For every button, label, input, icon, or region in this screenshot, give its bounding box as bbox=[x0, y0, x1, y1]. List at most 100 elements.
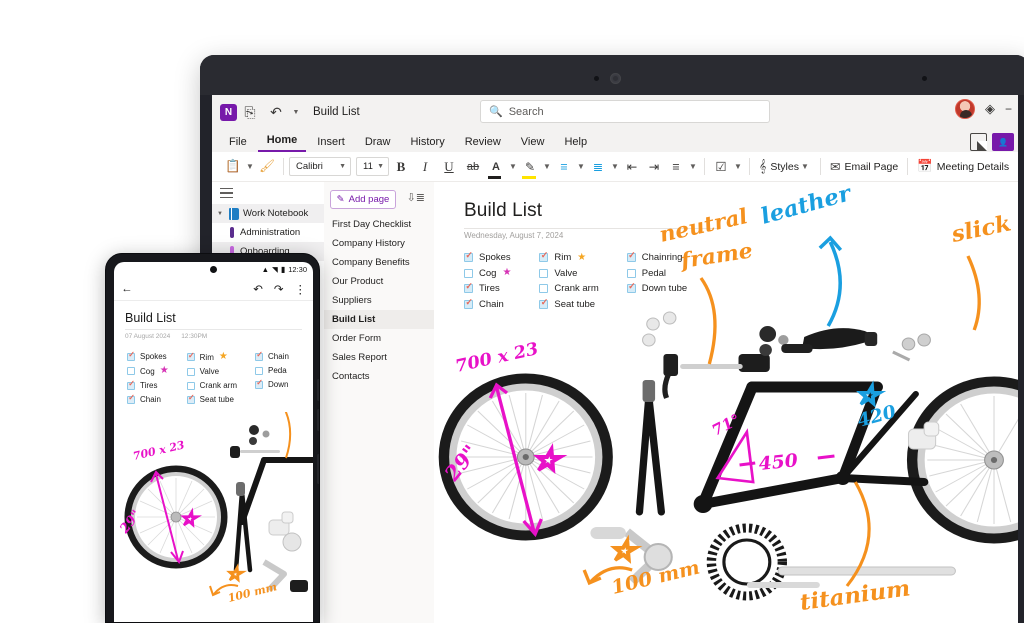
phone-button-power[interactable] bbox=[317, 454, 319, 484]
numbering-chevron-down-icon[interactable]: ▼ bbox=[609, 155, 621, 179]
phone-checklist-item[interactable]: Rim ★ bbox=[186, 351, 237, 362]
menu-item-home[interactable]: Home bbox=[257, 132, 307, 152]
diamond-icon[interactable]: ◈ bbox=[985, 101, 995, 117]
notebook-work-notebook[interactable]: ▼ Work Notebook bbox=[212, 204, 324, 223]
undo-icon[interactable]: ↶ bbox=[263, 99, 289, 125]
user-avatar[interactable] bbox=[954, 99, 975, 119]
share-button[interactable]: 👤 bbox=[992, 133, 1014, 151]
section-administration[interactable]: Administration bbox=[212, 223, 324, 242]
checkbox-checked-icon[interactable] bbox=[127, 379, 135, 390]
page-item-sales-report[interactable]: Sales Report bbox=[324, 348, 434, 367]
search-input[interactable]: 🔍 Search bbox=[480, 100, 770, 123]
decrease-indent-icon[interactable]: ⇤ bbox=[621, 155, 643, 179]
page-item-contacts[interactable]: Contacts bbox=[324, 367, 434, 386]
align-chevron-down-icon[interactable]: ▼ bbox=[687, 155, 699, 179]
phone-checklist-item[interactable]: Peda bbox=[255, 366, 289, 375]
align-icon[interactable]: ≡ bbox=[665, 155, 687, 179]
strikethrough-button[interactable]: ab bbox=[461, 155, 485, 179]
page-item-our-product[interactable]: Our Product bbox=[324, 272, 434, 291]
styles-button[interactable]: 𝄞 Styles ▼ bbox=[755, 155, 815, 179]
page-item-first-day-checklist[interactable]: First Day Checklist bbox=[324, 215, 434, 234]
page-item-order-form[interactable]: Order Form bbox=[324, 329, 434, 348]
phone-checklist-item[interactable]: Cog ★ bbox=[127, 366, 169, 376]
page-item-build-list[interactable]: Build List bbox=[324, 310, 434, 329]
page-item-company-history[interactable]: Company History bbox=[324, 234, 434, 253]
checkbox-unchecked-icon[interactable] bbox=[255, 366, 263, 375]
highlight-button[interactable]: ✎ bbox=[519, 155, 541, 179]
menu-item-file[interactable]: File bbox=[220, 134, 256, 152]
font-name-select[interactable]: Calibri ▼ bbox=[289, 157, 351, 176]
page-item-company-benefits[interactable]: Company Benefits bbox=[324, 253, 434, 272]
checklist-item[interactable]: Pedal bbox=[626, 268, 687, 279]
checklist-item[interactable]: Cog ★ bbox=[464, 268, 511, 279]
font-color-chevron-down-icon[interactable]: ▼ bbox=[507, 155, 519, 179]
tags-icon[interactable]: ☑ bbox=[710, 155, 732, 179]
checkbox-unchecked-icon[interactable] bbox=[539, 284, 549, 293]
checkbox-checked-icon[interactable] bbox=[127, 350, 135, 361]
navigation-toggle[interactable] bbox=[212, 182, 324, 204]
checklist-item[interactable]: Down tube bbox=[626, 281, 687, 294]
phone-checklist-item[interactable]: Spokes bbox=[127, 350, 169, 361]
checklist-item[interactable]: Chainring bbox=[626, 250, 687, 263]
sort-icon[interactable]: ⇩≣ bbox=[407, 191, 425, 204]
checkbox-checked-icon[interactable] bbox=[186, 351, 195, 361]
menu-item-history[interactable]: History bbox=[401, 134, 453, 152]
phone-checklist-item[interactable]: Crank arm bbox=[186, 381, 237, 390]
checklist-item[interactable]: Valve bbox=[539, 268, 598, 279]
phone-button-volume-up[interactable] bbox=[317, 379, 319, 401]
menu-item-draw[interactable]: Draw bbox=[356, 134, 400, 152]
checkbox-unchecked-icon[interactable] bbox=[539, 268, 549, 278]
paste-chevron-down-icon[interactable]: ▼ bbox=[244, 155, 256, 179]
phone-checklist-item[interactable]: Chain bbox=[255, 350, 289, 361]
font-size-select[interactable]: 11 ▼ bbox=[356, 157, 389, 176]
checkbox-unchecked-icon[interactable] bbox=[127, 367, 135, 375]
checklist-item[interactable]: Tires bbox=[464, 281, 511, 294]
undo-icon[interactable]: ↶ bbox=[253, 282, 263, 296]
highlight-chevron-down-icon[interactable]: ▼ bbox=[541, 155, 553, 179]
increase-indent-icon[interactable]: ⇥ bbox=[643, 155, 665, 179]
checklist-item[interactable]: Crank arm bbox=[539, 283, 599, 294]
checklist-item[interactable]: Chain bbox=[464, 297, 511, 310]
email-page-button[interactable]: ✉ Email Page bbox=[826, 155, 902, 179]
underline-button[interactable]: U bbox=[437, 155, 461, 179]
phone-checklist-item[interactable]: Tires bbox=[127, 379, 169, 390]
phone-button-volume-down[interactable] bbox=[317, 409, 319, 431]
checkbox-checked-icon[interactable] bbox=[626, 250, 636, 262]
bullet-list-icon[interactable]: ≡ bbox=[553, 155, 575, 179]
checklist-item[interactable]: Rim ★ bbox=[539, 250, 598, 263]
phone-checklist-item[interactable]: Seat tube bbox=[186, 393, 237, 404]
menu-item-insert[interactable]: Insert bbox=[308, 134, 354, 152]
checkbox-checked-icon[interactable] bbox=[464, 250, 473, 262]
page-item-suppliers[interactable]: Suppliers bbox=[324, 291, 434, 310]
checkbox-checked-icon[interactable] bbox=[255, 350, 263, 361]
checkbox-checked-icon[interactable] bbox=[539, 297, 549, 309]
tags-chevron-down-icon[interactable]: ▼ bbox=[732, 155, 744, 179]
sticky-note-icon[interactable] bbox=[970, 133, 987, 151]
format-painter-icon[interactable]: 🖌 bbox=[256, 155, 278, 179]
checkbox-checked-icon[interactable] bbox=[464, 281, 473, 293]
paste-icon[interactable]: 📋 bbox=[222, 155, 244, 179]
checkbox-unchecked-icon[interactable] bbox=[186, 367, 195, 376]
checkbox-unchecked-icon[interactable] bbox=[464, 268, 473, 278]
menu-item-view[interactable]: View bbox=[512, 134, 554, 152]
italic-button[interactable]: I bbox=[413, 155, 437, 179]
checkbox-checked-icon[interactable] bbox=[255, 378, 263, 389]
meeting-details-button[interactable]: 📅 Meeting Details bbox=[913, 155, 1013, 179]
phone-checklist-item[interactable]: Chain bbox=[127, 393, 169, 404]
checkbox-checked-icon[interactable] bbox=[464, 297, 473, 309]
checklist-item[interactable]: Seat tube bbox=[539, 297, 598, 310]
checkbox-checked-icon[interactable] bbox=[626, 281, 636, 293]
menu-item-review[interactable]: Review bbox=[456, 134, 510, 152]
menu-item-help[interactable]: Help bbox=[555, 134, 596, 152]
checkbox-unchecked-icon[interactable] bbox=[186, 381, 195, 390]
more-options-icon[interactable]: ⋮ bbox=[295, 282, 307, 296]
minimize-icon[interactable]: − bbox=[1005, 102, 1012, 116]
checkbox-checked-icon[interactable] bbox=[186, 393, 195, 404]
checklist-item[interactable]: Spokes bbox=[464, 250, 511, 263]
numbered-list-icon[interactable]: ≣ bbox=[587, 155, 609, 179]
checkbox-unchecked-icon[interactable] bbox=[626, 268, 636, 278]
note-canvas[interactable]: Build List Wednesday, August 7, 2024 Spo… bbox=[434, 182, 1018, 623]
checkbox-checked-icon[interactable] bbox=[539, 250, 549, 262]
checkbox-checked-icon[interactable] bbox=[127, 393, 135, 404]
phone-note-canvas[interactable]: 700 x 23 29" ☆ 100 mm ☆ bbox=[114, 412, 313, 622]
